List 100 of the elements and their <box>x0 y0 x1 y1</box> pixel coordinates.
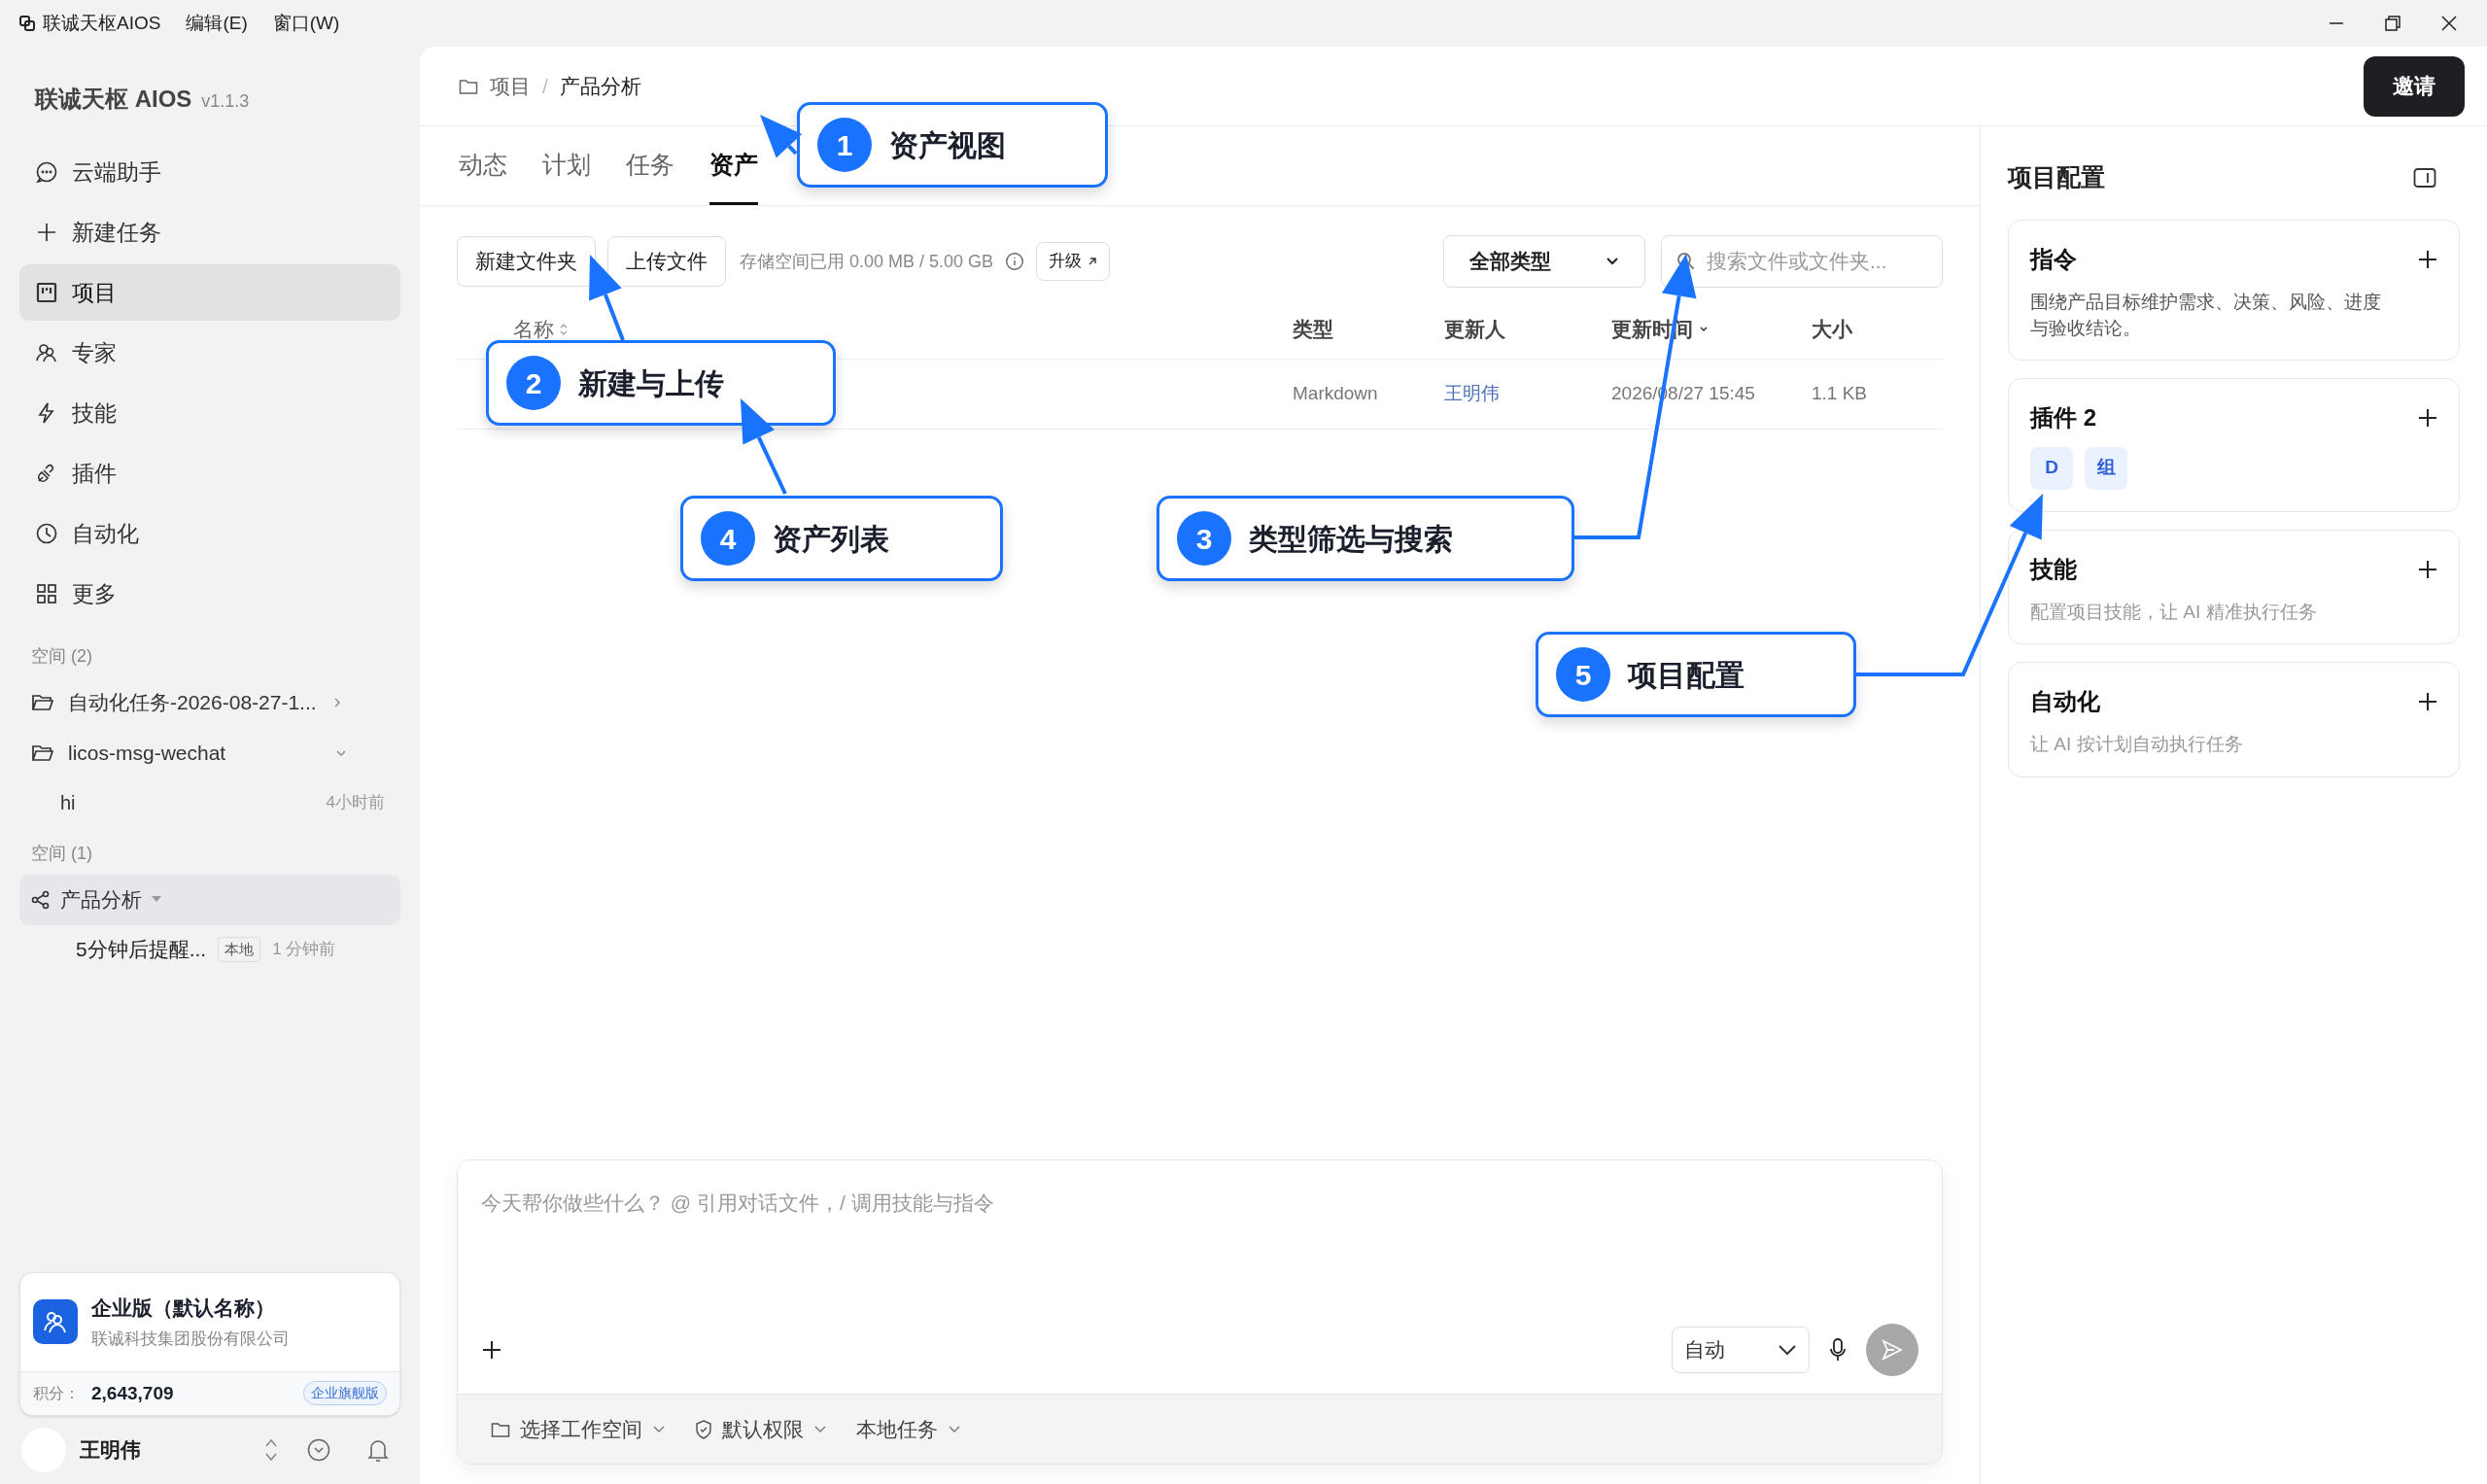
chevron-down-icon <box>652 1424 666 1434</box>
callout-label: 新建与上传 <box>578 365 724 401</box>
chevron-circle-icon[interactable] <box>307 1438 330 1462</box>
time-label: 4小时前 <box>326 792 385 814</box>
column-header[interactable]: 大小 <box>1812 313 1943 345</box>
tab[interactable]: 任务 <box>626 146 674 205</box>
team-icon <box>33 1299 78 1344</box>
footer-dropdown[interactable]: 默认权限 <box>695 1413 827 1445</box>
callout-label: 类型筛选与搜索 <box>1249 521 1453 557</box>
plus-icon[interactable] <box>2418 692 2437 712</box>
section-heading: 空间 (1) <box>30 843 93 865</box>
folder-item[interactable]: 自动化任务-2026-08-27-1... <box>19 677 400 728</box>
nav-item[interactable]: 项目 <box>19 264 400 321</box>
chevron-down-icon <box>1778 1344 1797 1356</box>
plus-icon <box>35 221 58 244</box>
column-header[interactable]: 更新人 <box>1444 313 1611 345</box>
card-title: 自动化 <box>2030 687 2100 717</box>
invite-button[interactable]: 邀请 <box>2364 55 2465 117</box>
search-field[interactable]: 搜索文件或文件夹... <box>1661 235 1943 288</box>
tag: 本地 <box>218 936 261 963</box>
microphone-icon[interactable] <box>1829 1337 1847 1363</box>
user-name: 王明伟 <box>80 1437 142 1464</box>
task-item[interactable]: 5分钟后提醒... <box>76 934 207 965</box>
chevron-down-icon <box>813 1424 827 1434</box>
footer-dropdown[interactable]: 选择工作空间 <box>491 1413 666 1445</box>
nav-item[interactable]: 专家 <box>19 325 400 381</box>
clock-icon <box>35 522 58 545</box>
plugin-chip[interactable]: D <box>2030 446 2073 490</box>
plugin-chip[interactable]: 组 <box>2085 446 2127 490</box>
kanban-icon <box>35 281 58 304</box>
config-card[interactable]: 插件 2 D 组 <box>2008 377 2460 512</box>
share-icon <box>31 890 51 910</box>
plus-icon[interactable] <box>2418 407 2437 428</box>
card-title: 指令 <box>2030 244 2077 274</box>
points-value: 2,643,709 <box>91 1381 174 1405</box>
nav-item[interactable]: 自动化 <box>19 505 400 562</box>
storage-usage: 存储空间已用 0.00 MB / 5.00 GB <box>740 250 994 273</box>
account-card[interactable]: 企业版（默认名称） 联诚科技集团股份有限公司 积分： 2,643,709 企业旗舰版 <box>19 1271 400 1416</box>
grid-icon <box>35 582 58 605</box>
chevron-down-icon <box>1699 325 1709 333</box>
mode-select[interactable]: 自动 <box>1672 1327 1810 1373</box>
column-header[interactable]: 名称 <box>457 313 1293 345</box>
chevron-down-icon <box>948 1424 961 1434</box>
sort-icon <box>560 323 568 335</box>
nav-item[interactable]: 插件 <box>19 445 400 501</box>
search-icon <box>1676 252 1696 271</box>
card-title: 插件 2 <box>2030 402 2096 432</box>
type-filter-select[interactable]: 全部类型 <box>1443 235 1645 288</box>
sort-icon[interactable] <box>264 1437 278 1463</box>
nav-item[interactable]: 更多 <box>19 566 400 622</box>
plan-name: 企业版（默认名称） <box>91 1294 276 1321</box>
column-header[interactable]: 类型 <box>1293 313 1444 345</box>
footer-dropdown[interactable]: 本地任务 <box>856 1413 961 1445</box>
tab[interactable]: 计划 <box>542 146 591 205</box>
tab[interactable]: 动态 <box>459 146 507 205</box>
nav-item[interactable]: 云端助手 <box>19 144 400 200</box>
nav-item[interactable]: 技能 <box>19 385 400 441</box>
folder-icon <box>491 1420 510 1438</box>
number-marker: 5 <box>1556 647 1610 702</box>
menu-item[interactable]: 窗口(W) <box>272 9 340 38</box>
panel-title: 项目配置 <box>2008 162 2105 192</box>
breadcrumb-item[interactable]: 项目 <box>490 70 531 102</box>
restore-icon[interactable] <box>2384 15 2401 32</box>
section-heading: 空间 (2) <box>30 645 93 668</box>
tab[interactable]: 资产 <box>709 146 758 205</box>
shield-icon <box>695 1419 712 1439</box>
composer-field[interactable]: 今天帮你做些什么？ @ 引用对话文件，/ 调用技能与指令 自动 <box>458 1160 1942 1394</box>
breadcrumb-item[interactable]: 产品分析 <box>559 70 641 102</box>
caret-icon <box>152 896 161 904</box>
bell-icon[interactable] <box>367 1437 389 1463</box>
company-name: 联诚科技集团股份有限公司 <box>91 1329 290 1350</box>
chat-bubble-icon <box>35 160 58 184</box>
chevron-down-icon <box>1606 257 1619 266</box>
send-icon <box>1881 1338 1904 1362</box>
menu-item[interactable]: 编辑(E) <box>186 9 248 38</box>
upgrade-button[interactable]: 升级 <box>1036 242 1111 281</box>
plus-icon[interactable] <box>2418 559 2437 579</box>
config-card[interactable]: 自动化 让 AI 按计划自动执行任务 <box>2008 662 2460 777</box>
brand-name: 联诚天枢 AIOS <box>35 85 192 114</box>
table-cell-text: 王明伟 <box>1444 382 1501 406</box>
callout-label: 资产列表 <box>773 521 889 557</box>
callout-label: 资产视图 <box>889 127 1006 163</box>
task-item[interactable]: hi <box>60 788 315 817</box>
version-label: v1.1.3 <box>201 90 250 113</box>
plus-icon[interactable] <box>2418 249 2437 269</box>
project-item[interactable]: 产品分析 <box>19 875 400 925</box>
card-description: 围绕产品目标维护需求、决策、风险、进度与验收结论。 <box>2030 290 2382 341</box>
config-card[interactable]: 指令 围绕产品目标维护需求、决策、风险、进度与验收结论。 <box>2008 219 2460 361</box>
folder-item[interactable]: licos-msg-wechat <box>19 728 400 778</box>
points-label: 积分： <box>33 1383 80 1403</box>
table-cell-text: Markdown <box>1293 382 1379 406</box>
nav-item[interactable]: 新建任务 <box>19 204 400 260</box>
time-label: 1 分钟前 <box>272 939 336 961</box>
plus-icon[interactable] <box>481 1339 502 1361</box>
sidebar-toggle-icon[interactable] <box>2413 166 2436 189</box>
card-description: 让 AI 按计划自动执行任务 <box>2030 733 2244 757</box>
info-icon[interactable] <box>1005 252 1025 271</box>
folder-icon <box>459 77 478 95</box>
close-icon[interactable] <box>2440 15 2458 32</box>
table-cell-text: 1.1 KB <box>1812 382 1869 406</box>
